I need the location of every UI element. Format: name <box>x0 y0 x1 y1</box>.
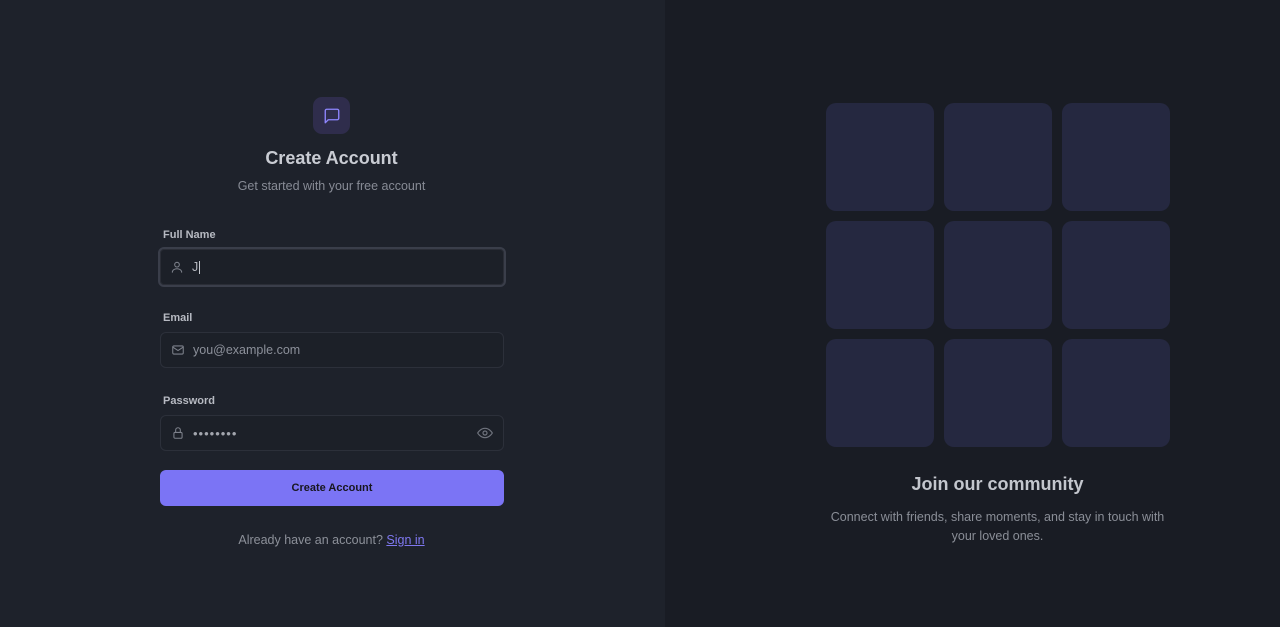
password-label: Password <box>163 395 215 407</box>
community-panel: Join our community Connect with friends,… <box>665 0 1280 627</box>
email-input[interactable] <box>193 343 503 357</box>
create-account-button[interactable]: Create Account <box>160 470 504 506</box>
signup-panel: Create Account Get started with your fre… <box>0 0 665 627</box>
text-caret <box>199 260 201 274</box>
grid-tile <box>826 221 934 329</box>
community-title: Join our community <box>911 474 1084 494</box>
signup-page: Create Account Get started with your fre… <box>0 0 1280 627</box>
page-title: Create Account <box>265 148 398 168</box>
grid-tile <box>826 339 934 447</box>
lock-icon <box>171 426 185 440</box>
grid-tile <box>944 103 1052 211</box>
message-square-icon <box>324 108 339 123</box>
grid-tile <box>1062 221 1170 329</box>
signin-prompt: Already have an account? <box>238 533 383 547</box>
full-name-label: Full Name <box>163 229 216 241</box>
signin-link[interactable]: Sign in <box>386 533 424 547</box>
email-label: Email <box>163 312 193 324</box>
eye-icon[interactable] <box>477 425 493 441</box>
grid-tile <box>1062 339 1170 447</box>
grid-tile <box>944 221 1052 329</box>
full-name-field[interactable]: J <box>158 247 506 287</box>
signin-row: Already have an account? Sign in <box>0 533 663 547</box>
logo-badge <box>313 97 350 134</box>
user-icon <box>170 260 184 274</box>
password-value[interactable]: •••••••• <box>193 426 477 441</box>
community-description: Connect with friends, share moments, and… <box>830 510 1165 543</box>
grid-tile <box>826 103 934 211</box>
page-subtitle: Get started with your free account <box>237 179 426 193</box>
grid-tile <box>944 339 1052 447</box>
grid-tile <box>1062 103 1170 211</box>
password-field[interactable]: •••••••• <box>160 415 504 451</box>
full-name-value[interactable]: J <box>192 260 198 274</box>
tile-grid <box>826 103 1171 447</box>
email-field[interactable] <box>160 332 504 368</box>
mail-icon <box>171 343 185 357</box>
